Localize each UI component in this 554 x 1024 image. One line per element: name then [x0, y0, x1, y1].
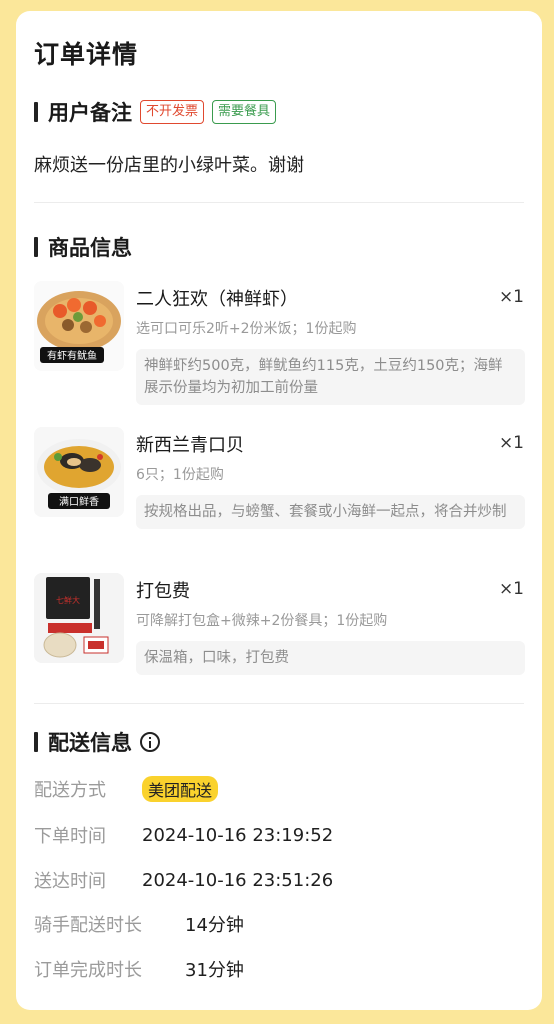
arrival-time-row: 送达时间 2024-10-16 23:51:26 [34, 867, 333, 893]
remarks-section-header: 用户备注 不开发票 需要餐具 [34, 97, 277, 127]
order-time-label: 下单时间 [34, 826, 106, 847]
delivery-heading: 配送信息 [48, 731, 132, 755]
product-image-label: 七鲜大 [56, 595, 80, 605]
product-image: 满口鲜香 [34, 427, 124, 517]
section-bar [34, 237, 38, 257]
product-spec: 6只；1份起购 [136, 467, 224, 483]
product-image-label: 有虾有鱿鱼 [47, 349, 97, 362]
product-name: 打包费 [136, 581, 190, 602]
delivery-section-header: 配送信息 [34, 727, 160, 757]
arrival-time-label: 送达时间 [34, 871, 106, 892]
products-heading: 商品信息 [48, 236, 132, 260]
product-quantity: ×1 [498, 287, 524, 307]
rider-duration-value: 14分钟 [185, 915, 244, 936]
order-time-value: 2024-10-16 23:19:52 [142, 824, 334, 846]
info-icon[interactable] [140, 732, 160, 752]
section-bar [34, 102, 38, 122]
delivery-method-row: 配送方式 美团配送 [34, 776, 219, 802]
product-image: 七鲜大 [34, 573, 124, 663]
product-name: 二人狂欢（神鲜虾） [136, 289, 298, 310]
completion-duration-label: 订单完成时长 [34, 960, 142, 981]
delivery-method-badge: 美团配送 [142, 776, 219, 802]
rider-duration-row: 骑手配送时长 14分钟 [34, 911, 244, 937]
product-image-label: 满口鲜香 [59, 495, 99, 508]
divider [34, 202, 524, 203]
section-bar [34, 732, 38, 752]
product-quantity: ×1 [498, 579, 524, 599]
remark-text: 麻烦送一份店里的小绿叶菜。谢谢 [34, 155, 304, 176]
order-time-row: 下单时间 2024-10-16 23:19:52 [34, 822, 333, 848]
order-detail-card: 订单详情 用户备注 不开发票 需要餐具 麻烦送一份店里的小绿叶菜。谢谢 商品信息 [16, 11, 542, 1010]
divider [34, 703, 524, 704]
product-spec: 可降解打包盒+微辣+2份餐具；1份起购 [136, 613, 388, 629]
rider-duration-label: 骑手配送时长 [34, 915, 142, 936]
page-title: 订单详情 [34, 40, 139, 69]
remarks-heading: 用户备注 [48, 101, 132, 125]
product-name: 新西兰青口贝 [136, 435, 244, 456]
product-note: 按规格出品，与螃蟹、套餐或小海鲜一起点，将合并炒制 [136, 495, 525, 529]
product-item[interactable]: 七鲜大 打包费 ×1 可降解打包盒+微辣+2份餐具；1份起购 保温箱，口味，打包… [34, 573, 525, 683]
product-spec: 选可口可乐2听+2份米饭；1份起购 [136, 321, 357, 337]
arrival-time-value: 2024-10-16 23:51:26 [142, 869, 334, 891]
product-item[interactable]: 有虾有鱿鱼 二人狂欢（神鲜虾） ×1 选可口可乐2听+2份米饭；1份起购 神鲜虾… [34, 281, 525, 411]
product-note: 神鲜虾约500克，鲜鱿鱼约115克，土豆约150克；海鲜展示份量均为初加工前份量 [136, 349, 525, 405]
product-item[interactable]: 满口鲜香 新西兰青口贝 ×1 6只；1份起购 按规格出品，与螃蟹、套餐或小海鲜一… [34, 427, 525, 557]
delivery-method-label: 配送方式 [34, 780, 106, 801]
product-quantity: ×1 [498, 433, 524, 453]
completion-duration-row: 订单完成时长 31分钟 [34, 956, 244, 982]
products-section-header: 商品信息 [34, 232, 132, 262]
product-note: 保温箱，口味，打包费 [136, 641, 525, 675]
no-invoice-tag: 不开发票 [140, 100, 205, 124]
product-image: 有虾有鱿鱼 [34, 281, 124, 371]
need-utensils-tag: 需要餐具 [212, 100, 277, 124]
completion-duration-value: 31分钟 [185, 960, 244, 981]
